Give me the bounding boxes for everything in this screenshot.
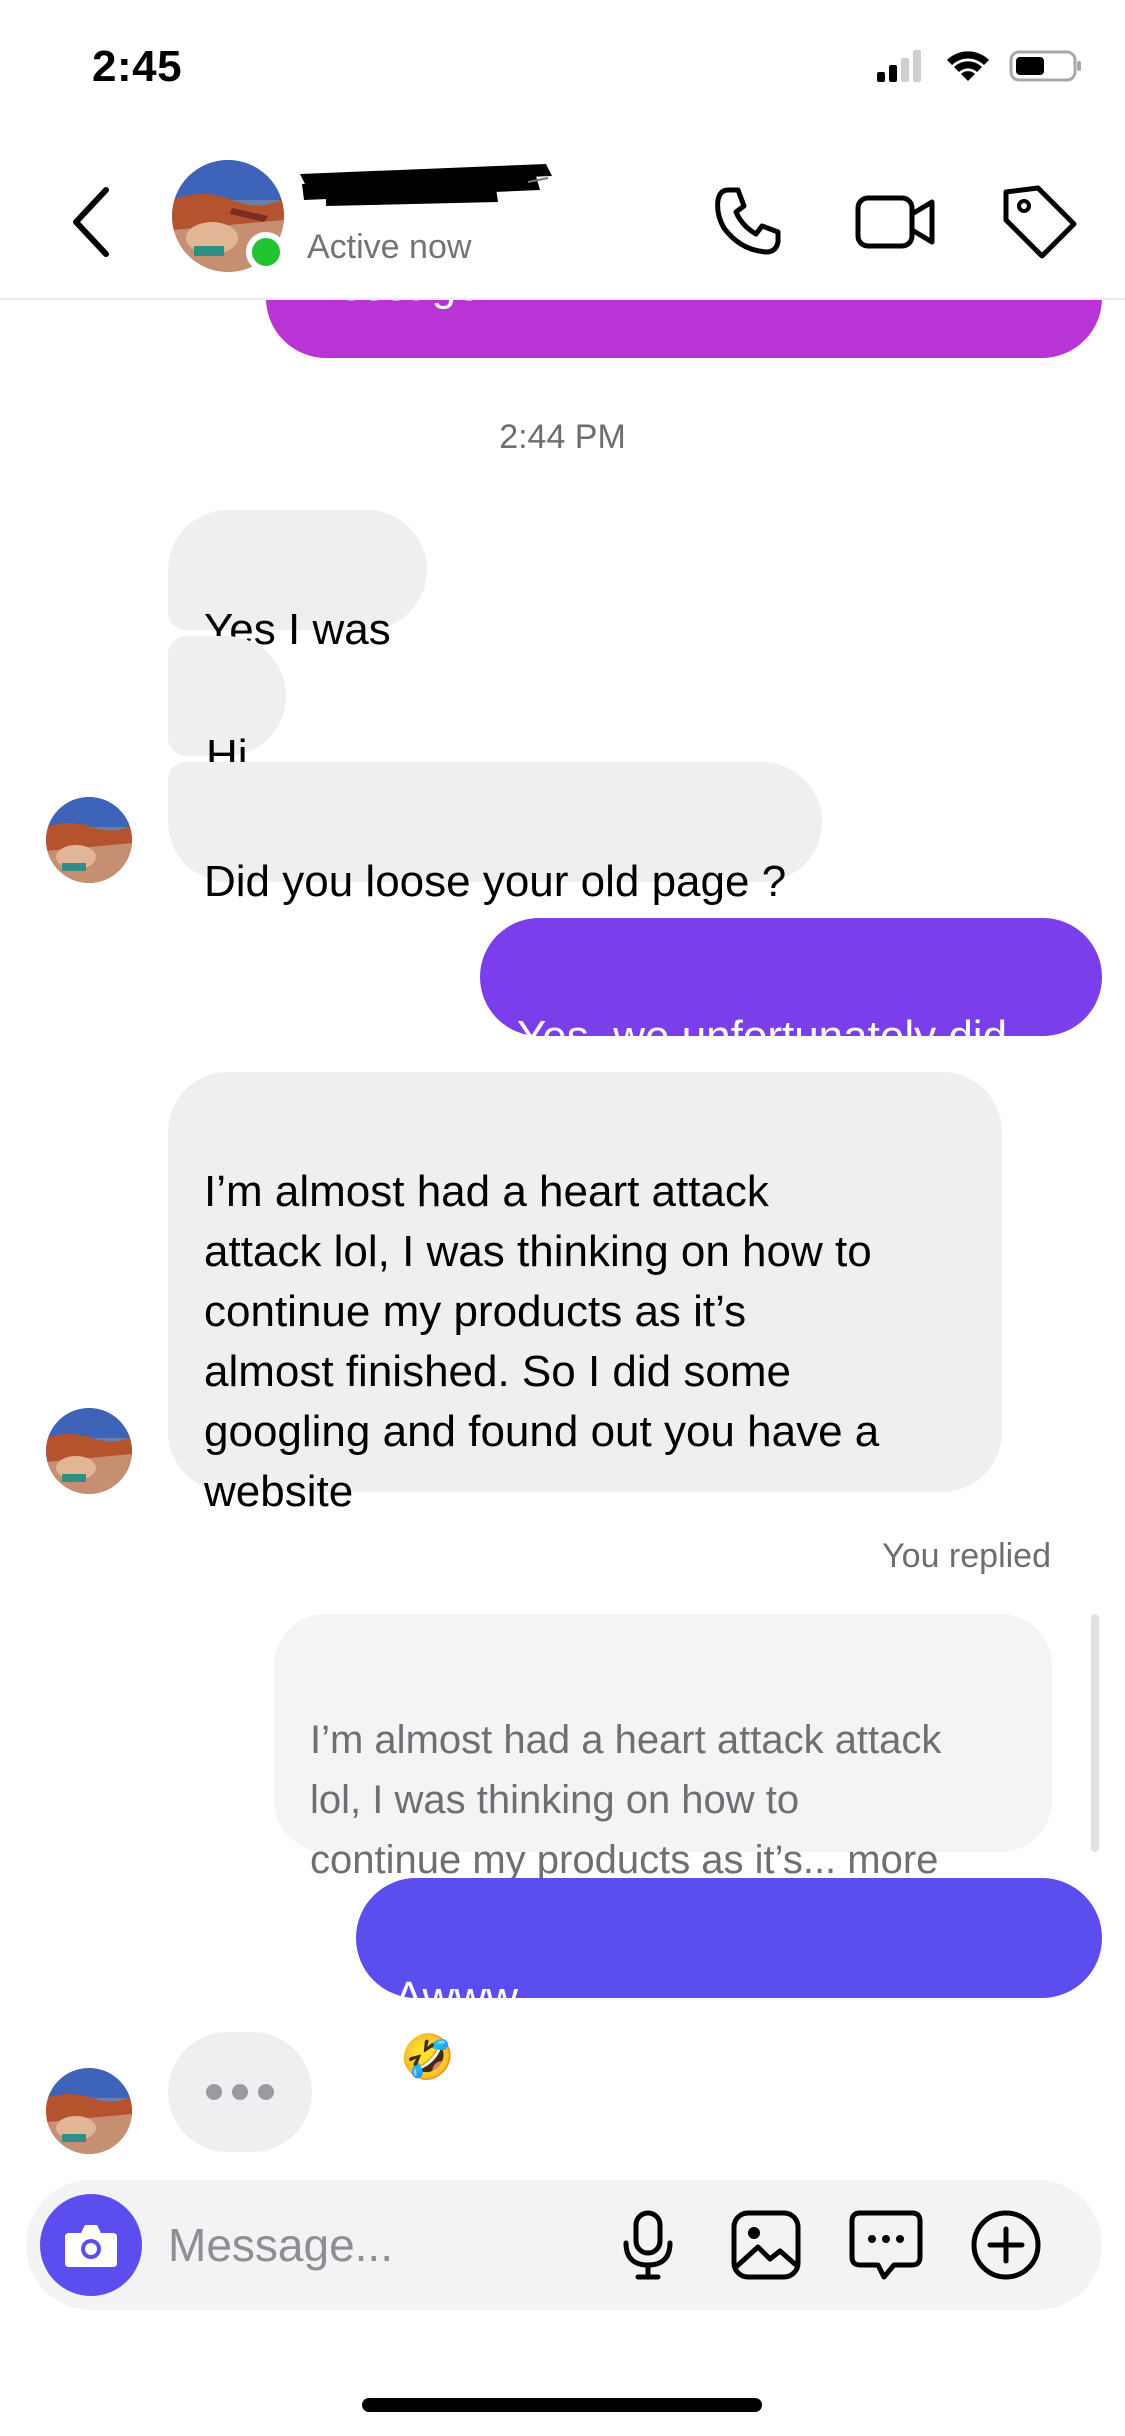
outgoing-message[interactable]: Awww 🤣 so sorry to hear that xyxy=(356,1878,1102,2142)
message-input[interactable] xyxy=(168,2208,488,2282)
phone-icon[interactable] xyxy=(706,178,792,264)
message-text-end: so sorry to hear that xyxy=(394,2093,786,2142)
gallery-icon[interactable] xyxy=(726,2205,806,2285)
contact-name-redacted xyxy=(300,164,552,206)
incoming-message[interactable]: Hi xyxy=(168,636,286,780)
status-icons xyxy=(875,48,1083,84)
wifi-icon xyxy=(947,51,989,81)
message-text: Did you loose your old page ? xyxy=(204,857,787,906)
incoming-message[interactable]: I’m almost had a heart attack attack lol… xyxy=(168,1072,1002,1516)
incoming-message[interactable]: Did you loose your old page ? xyxy=(168,762,823,906)
tag-icon[interactable] xyxy=(996,178,1082,264)
incoming-message[interactable]: Yes I was xyxy=(168,510,427,654)
online-status-dot xyxy=(246,232,286,272)
typing-dot xyxy=(258,2084,274,2100)
back-icon[interactable] xyxy=(62,182,122,262)
battery-icon xyxy=(1009,50,1081,82)
active-status: Active now xyxy=(307,228,472,266)
message-text: I’m almost had a heart attack attack lol… xyxy=(204,1167,880,1516)
quote-text: I’m almost had a heart attack attack lol… xyxy=(310,1718,942,1882)
replied-message-quote[interactable]: I’m almost had a heart attack attack lol… xyxy=(274,1614,1052,1882)
chat-header: Active now xyxy=(0,150,1125,300)
cellular-signal-icon xyxy=(877,50,921,82)
typing-indicator xyxy=(168,2032,312,2152)
plus-icon[interactable] xyxy=(966,2205,1046,2285)
message-composer xyxy=(26,2180,1102,2310)
outgoing-message[interactable]: Yes, we unfortunately did xyxy=(480,918,1102,1061)
sticker-icon[interactable] xyxy=(846,2205,926,2285)
home-indicator[interactable] xyxy=(362,2398,762,2412)
contact-avatar-small[interactable] xyxy=(46,1408,132,1494)
reply-label: You replied xyxy=(882,1537,1051,1575)
typing-dot xyxy=(232,2084,248,2100)
camera-button[interactable] xyxy=(40,2194,142,2296)
rofl-emoji: 🤣 xyxy=(400,2033,455,2082)
message-text-start: Awww xyxy=(394,1973,518,2022)
status-time: 2:45 xyxy=(92,42,183,91)
microphone-icon[interactable] xyxy=(608,2205,688,2285)
typing-dot xyxy=(206,2084,222,2100)
contact-avatar-small[interactable] xyxy=(46,797,132,883)
reply-indicator-bar xyxy=(1091,1614,1099,1852)
camera-icon xyxy=(65,2225,117,2267)
message-text: Yes, we unfortunately did xyxy=(517,1012,1008,1061)
video-camera-icon[interactable] xyxy=(852,178,938,264)
message-timestamp: 2:44 PM xyxy=(499,418,626,456)
contact-avatar-small[interactable] xyxy=(46,2068,132,2154)
